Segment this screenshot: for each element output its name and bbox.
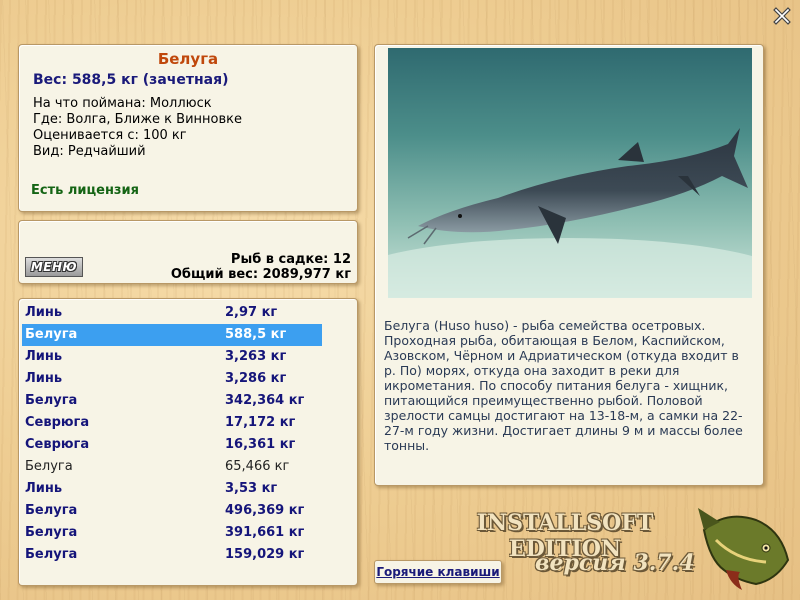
catch-list-row[interactable]: Белуга 391,661 кг xyxy=(22,522,322,544)
catch-fish-weight: 3,53 кг xyxy=(225,481,278,496)
fish-bait: На что поймана: Моллюск xyxy=(33,96,212,111)
catch-fish-name: Белуга xyxy=(25,503,78,518)
catch-list-row[interactable]: Белуга 65,466 кг xyxy=(22,456,322,478)
catch-fish-weight: 16,361 кг xyxy=(225,437,296,452)
catch-list[interactable]: Линь 2,97 кг Белуга 588,5 кг Линь 3,263 кг Лин… xyxy=(18,298,358,586)
catch-list-row[interactable]: Белуга 496,369 кг xyxy=(22,500,322,522)
catch-fish-name: Белуга xyxy=(25,393,78,408)
beluga-fish-photo xyxy=(388,48,752,298)
catch-fish-weight: 3,286 кг xyxy=(225,371,287,386)
catch-fish-weight: 2,97 кг xyxy=(225,305,278,320)
fish-location: Где: Волга, Ближе к Винновке xyxy=(33,112,243,127)
fish-info-panel: Белуга Вес: 588,5 кг (зачетная) На что п… xyxy=(18,44,358,212)
catch-fish-name: Линь xyxy=(25,305,63,320)
catch-list-row[interactable]: Белуга 588,5 кг xyxy=(22,324,322,346)
catch-list-row[interactable]: Севрюга 17,172 кг xyxy=(22,412,322,434)
catch-list-row[interactable]: Линь 3,263 кг xyxy=(22,346,322,368)
catch-fish-name: Севрюга xyxy=(25,437,90,452)
fish-name-title: Белуга xyxy=(157,50,219,68)
catch-fish-name: Белуга xyxy=(25,459,73,474)
catch-fish-name: Белуга xyxy=(25,525,78,540)
catch-fish-name: Севрюга xyxy=(25,415,90,430)
total-weight: Общий вес: 2089,977 кг xyxy=(170,267,351,282)
catch-fish-weight: 159,029 кг xyxy=(225,547,305,562)
catch-list-row[interactable]: Линь 3,286 кг xyxy=(22,368,322,390)
version-label: версия 3.7.4 xyxy=(535,550,695,576)
catch-fish-name: Линь xyxy=(25,371,63,386)
catch-fish-weight: 391,661 кг xyxy=(225,525,305,540)
fish-description-text: Белуга (Huso huso) - рыба семейства осет… xyxy=(384,318,743,453)
catch-list-row[interactable]: Линь 3,53 кг xyxy=(22,478,322,500)
catch-list-row[interactable]: Севрюга 16,361 кг xyxy=(22,434,322,456)
fish-description-panel: Белуга (Huso huso) - рыба семейства осет… xyxy=(374,44,764,486)
catch-fish-weight: 3,263 кг xyxy=(225,349,287,364)
catch-fish-weight: 588,5 кг xyxy=(225,327,287,342)
close-icon xyxy=(773,7,791,25)
fish-kind: Вид: Редчайший xyxy=(33,144,146,159)
catch-list-row[interactable]: Линь 2,97 кг xyxy=(22,302,322,324)
catch-fish-name: Белуга xyxy=(25,547,78,562)
catch-list-row[interactable]: Белуга 159,029 кг xyxy=(22,544,322,566)
license-status: Есть лицензия xyxy=(31,183,139,198)
catch-fish-weight: 496,369 кг xyxy=(225,503,305,518)
fish-count: Рыб в садке: 12 xyxy=(230,252,351,267)
keepnet-stats-panel: МЕНЮ Рыб в садке: 12 Общий вес: 2089,977… xyxy=(18,220,358,284)
hotkeys-button[interactable]: Горячие клавиши xyxy=(374,560,502,584)
fish-weight: Вес: 588,5 кг (зачетная) xyxy=(33,72,229,88)
catch-fish-name: Линь xyxy=(25,481,63,496)
catch-fish-weight: 65,466 кг xyxy=(225,459,290,474)
catch-fish-name: Линь xyxy=(25,349,63,364)
catch-list-row[interactable]: Белуга 342,364 кг xyxy=(22,390,322,412)
menu-button[interactable]: МЕНЮ xyxy=(25,257,83,277)
pike-logo xyxy=(696,500,796,592)
catch-fish-weight: 17,172 кг xyxy=(225,415,296,430)
close-button[interactable] xyxy=(772,6,792,26)
fish-value: Оценивается с: 100 кг xyxy=(33,128,187,143)
catch-fish-name: Белуга xyxy=(25,327,78,342)
catch-fish-weight: 342,364 кг xyxy=(225,393,305,408)
